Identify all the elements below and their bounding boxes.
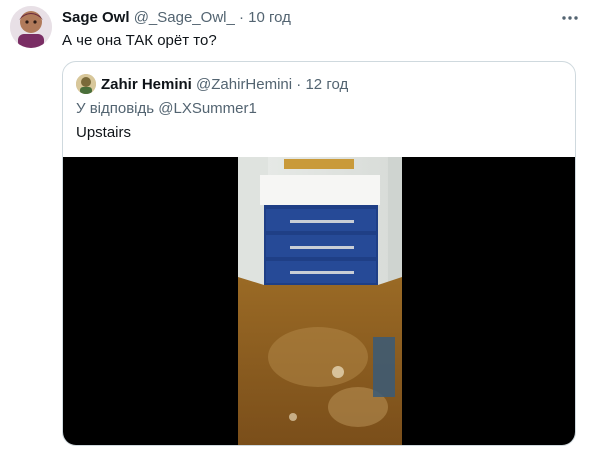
tweet[interactable]: Sage Owl @_Sage_Owl_ · 10 год А че она Т…: [0, 0, 589, 453]
video-player[interactable]: [63, 157, 575, 445]
timestamp[interactable]: 10 год: [248, 9, 291, 26]
avatar[interactable]: [10, 6, 52, 48]
avatar-image: [10, 6, 52, 48]
quoted-header: Zahir Hemini @ZahirHemini · 12 год: [101, 76, 348, 93]
video-still-image: [238, 157, 402, 445]
quoted-avatar[interactable]: [76, 74, 96, 94]
separator-dot: ·: [239, 9, 244, 26]
quoted-separator-dot: ·: [296, 76, 302, 93]
author-name[interactable]: Sage Owl: [62, 9, 130, 26]
quoted-text: Upstairs: [76, 124, 132, 141]
quoted-timestamp[interactable]: 12 год: [305, 76, 348, 93]
quoted-avatar-image: [76, 74, 96, 94]
tweet-header: Sage Owl @_Sage_Owl_ · 10 год: [62, 9, 291, 29]
reply-to-line[interactable]: У відповідь @LXSummer1: [76, 100, 257, 117]
quoted-author-handle[interactable]: @ZahirHemini: [196, 76, 292, 93]
video-frame: [238, 157, 402, 445]
quoted-author-name[interactable]: Zahir Hemini: [101, 76, 192, 93]
tweet-text: А че она ТАК орёт то?: [62, 32, 217, 49]
quoted-tweet[interactable]: Zahir Hemini @ZahirHemini · 12 год У від…: [62, 61, 576, 446]
author-handle[interactable]: @_Sage_Owl_: [134, 9, 235, 26]
more-icon-glyph: [562, 16, 578, 20]
more-icon[interactable]: [560, 9, 580, 27]
